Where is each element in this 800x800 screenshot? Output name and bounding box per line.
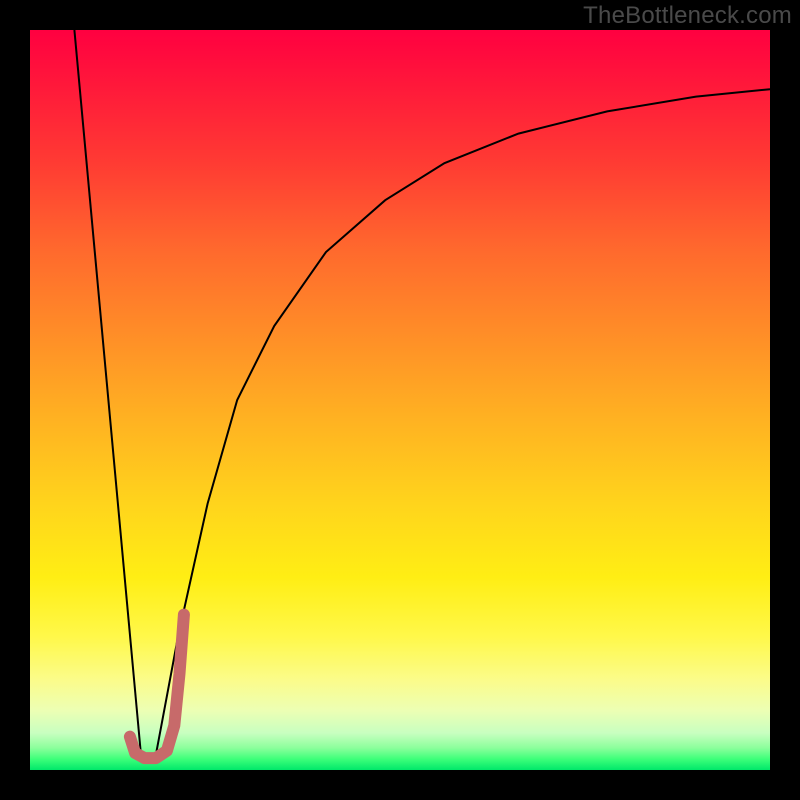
chart-frame: TheBottleneck.com	[0, 0, 800, 800]
j-mark	[130, 615, 184, 759]
right-rising-curve	[156, 89, 770, 755]
left-descending-line	[74, 30, 141, 755]
curve-layer	[30, 30, 770, 770]
watermark-label: TheBottleneck.com	[583, 2, 792, 30]
plot-area	[30, 30, 770, 770]
